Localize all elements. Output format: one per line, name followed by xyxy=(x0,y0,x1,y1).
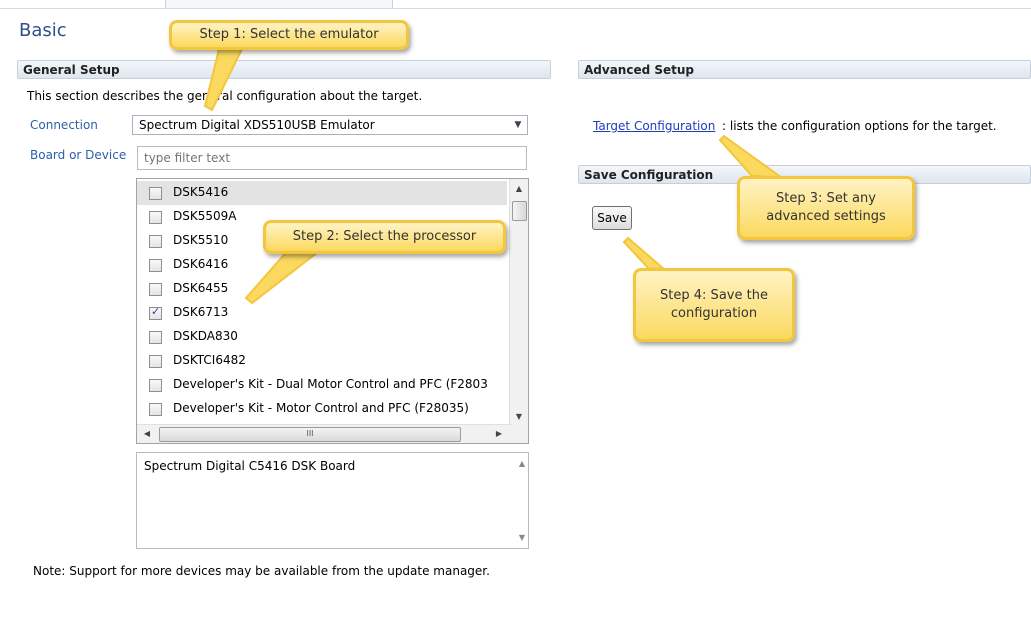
callout-pointers xyxy=(203,44,786,305)
step4-callout: Step 4: Save the configuration xyxy=(633,268,795,342)
step2-callout: Step 2: Select the processor xyxy=(263,220,506,254)
step3-pointer xyxy=(718,134,786,180)
step1-pointer xyxy=(203,44,246,112)
step3-callout: Step 3: Set any advanced settings xyxy=(737,176,915,240)
step1-callout: Step 1: Select the emulator xyxy=(169,20,409,50)
step2-pointer xyxy=(244,246,321,305)
